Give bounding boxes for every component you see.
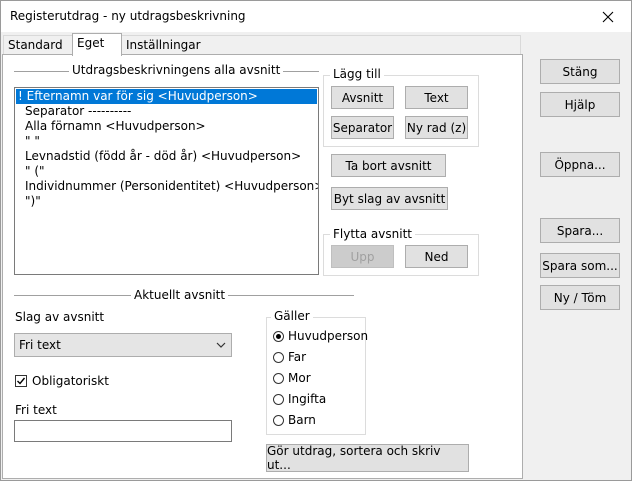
open-button-label: Öppna... xyxy=(554,157,606,172)
radio-label: Barn xyxy=(288,413,316,427)
part-type-select[interactable]: Fri text xyxy=(14,333,232,357)
list-item[interactable]: Levnadstid (född år - död år) <Huvudpers… xyxy=(15,149,318,164)
move-up-button-label: Upp xyxy=(350,249,375,264)
radio-circle[interactable] xyxy=(273,393,284,405)
list-item[interactable]: ! Efternamn var för sig <Huvudperson> xyxy=(16,89,317,104)
checkmark-icon xyxy=(17,377,26,385)
tab-installningar[interactable]: Inställningar xyxy=(121,35,521,55)
radio-circle[interactable] xyxy=(273,372,284,384)
current-part-label: Aktuellt avsnitt xyxy=(131,288,229,302)
save-as-button-label: Spara som... xyxy=(542,258,618,273)
move-down-button-label: Ned xyxy=(424,249,449,264)
free-text-input[interactable] xyxy=(14,420,232,442)
add-separator-button[interactable]: Separator xyxy=(331,116,394,139)
radio-circle[interactable] xyxy=(273,330,284,342)
radio-far[interactable]: Far xyxy=(273,350,306,364)
all-parts-label: Utdragsbeskrivningens alla avsnitt xyxy=(69,63,284,77)
window-title: Registerutdrag - ny utdragsbeskrivning xyxy=(10,9,246,23)
radio-label: Ingifta xyxy=(288,392,327,406)
title-bar: Registerutdrag - ny utdragsbeskrivning xyxy=(1,1,631,32)
add-section-button-label: Avsnitt xyxy=(341,90,384,105)
remove-section-button-label: Ta bort avsnitt xyxy=(345,158,432,173)
free-text-label: Fri text xyxy=(15,403,57,417)
tab-eget[interactable]: Eget xyxy=(72,33,122,56)
new-clear-button-label: Ny / Töm xyxy=(553,290,607,305)
list-item[interactable]: Alla förnamn <Huvudperson> xyxy=(15,119,318,134)
mandatory-label: Obligatoriskt xyxy=(32,374,109,388)
save-button-label: Spara... xyxy=(556,223,604,238)
move-up-button[interactable]: Upp xyxy=(331,245,394,268)
radio-circle[interactable] xyxy=(273,351,284,363)
radio-mor[interactable]: Mor xyxy=(273,371,311,385)
run-extract-button[interactable]: Gör utdrag, sortera och skriv ut... xyxy=(266,444,469,472)
list-item[interactable]: " (" xyxy=(15,164,318,179)
save-as-button[interactable]: Spara som... xyxy=(540,253,620,278)
radio-label: Huvudperson xyxy=(288,329,369,343)
tab-standard[interactable]: Standard xyxy=(3,35,73,55)
mandatory-checkbox[interactable]: Obligatoriskt xyxy=(15,374,109,388)
close-window-button[interactable] xyxy=(585,1,631,32)
new-clear-button[interactable]: Ny / Töm xyxy=(540,285,620,310)
close-button[interactable]: Stäng xyxy=(540,59,620,84)
move-group-label: Flytta avsnitt xyxy=(330,227,415,241)
add-text-button[interactable]: Text xyxy=(405,86,468,109)
list-item[interactable]: ")" xyxy=(15,194,318,209)
save-button[interactable]: Spara... xyxy=(540,218,620,243)
close-icon xyxy=(602,11,614,22)
add-group-label: Lägg till xyxy=(330,67,384,81)
radio-circle[interactable] xyxy=(273,414,284,426)
radio-huvudperson[interactable]: Huvudperson xyxy=(273,329,368,343)
radio-label: Mor xyxy=(288,371,311,385)
add-section-button[interactable]: Avsnitt xyxy=(331,86,394,109)
change-section-type-button-label: Byt slag av avsnitt xyxy=(333,191,446,206)
applies-to-label: Gäller xyxy=(271,309,313,323)
part-type-value: Fri text xyxy=(19,338,61,352)
move-down-button[interactable]: Ned xyxy=(405,245,468,268)
run-extract-button-label: Gör utdrag, sortera och skriv ut... xyxy=(267,444,441,472)
list-item[interactable]: " " xyxy=(15,134,318,149)
list-item[interactable]: Separator ---------- xyxy=(15,104,318,119)
change-section-type-button[interactable]: Byt slag av avsnitt xyxy=(331,187,448,210)
tab-standard-label: Standard xyxy=(8,38,63,52)
close-button-label: Stäng xyxy=(562,64,598,79)
add-newline-button-label: Ny rad (z) xyxy=(406,120,467,135)
help-button[interactable]: Hjälp xyxy=(540,92,620,117)
tab-installningar-label: Inställningar xyxy=(126,38,201,52)
open-button[interactable]: Öppna... xyxy=(540,152,620,177)
help-button-label: Hjälp xyxy=(564,97,596,112)
dialog-window: Registerutdrag - ny utdragsbeskrivning S… xyxy=(0,0,632,481)
parts-listbox[interactable]: ! Efternamn var för sig <Huvudperson> Se… xyxy=(14,87,319,275)
part-type-label: Slag av avsnitt xyxy=(15,310,105,324)
chevron-down-icon xyxy=(216,342,226,348)
radio-ingifta[interactable]: Ingifta xyxy=(273,392,326,406)
radio-barn[interactable]: Barn xyxy=(273,413,316,427)
remove-section-button[interactable]: Ta bort avsnitt xyxy=(331,154,446,177)
radio-label: Far xyxy=(288,350,307,364)
add-separator-button-label: Separator xyxy=(332,120,393,135)
checkbox-box[interactable] xyxy=(15,375,27,387)
tab-eget-label: Eget xyxy=(77,36,105,50)
add-text-button-label: Text xyxy=(424,90,449,105)
list-item[interactable]: Individnummer (Personidentitet) <Huvudpe… xyxy=(15,179,318,194)
add-newline-button[interactable]: Ny rad (z) xyxy=(405,116,468,139)
